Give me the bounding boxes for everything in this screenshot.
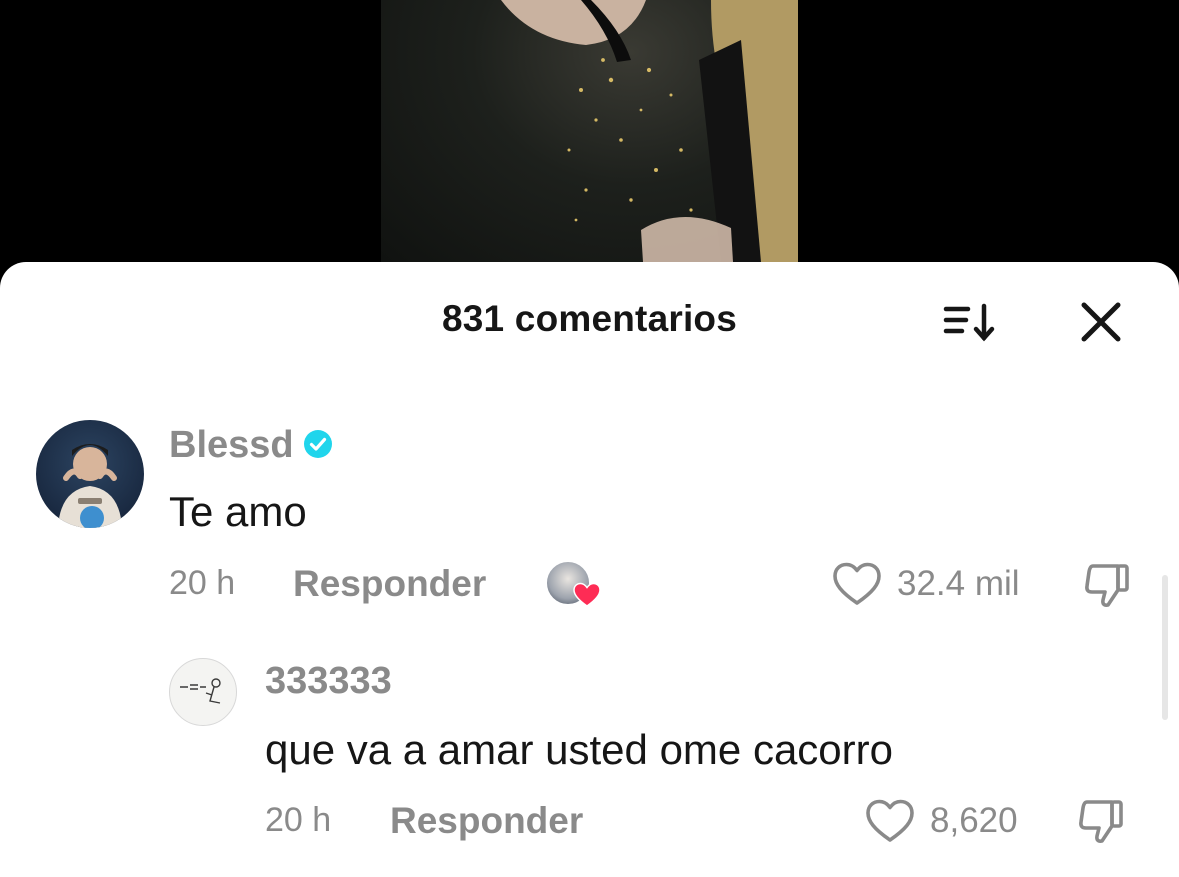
user-avatar-image (180, 678, 221, 704)
comment-timestamp: 20 h (265, 801, 332, 839)
close-button[interactable] (1074, 298, 1128, 346)
reply-button[interactable]: Responder (293, 563, 486, 605)
like-heart-icon[interactable] (864, 797, 916, 845)
comment-text: que va a amar usted ome cacorro (265, 726, 893, 773)
video-scene-image (501, 0, 798, 262)
video-background (0, 0, 1179, 300)
dislike-icon[interactable] (1074, 796, 1126, 848)
sort-button[interactable] (938, 298, 998, 346)
comment-timestamp: 20 h (169, 564, 236, 602)
avatar[interactable] (169, 658, 237, 726)
comment-username[interactable]: 333333 (265, 660, 392, 703)
creator-liked-indicator (545, 560, 603, 610)
heart-badge-icon (573, 582, 601, 607)
close-icon (1081, 302, 1121, 342)
comment-text: Te amo (169, 488, 307, 535)
user-avatar-image (58, 444, 122, 528)
reply-button[interactable]: Responder (390, 800, 583, 842)
video-thumbnail[interactable] (381, 0, 798, 262)
scrollbar[interactable] (1162, 575, 1168, 720)
verified-badge-icon (304, 430, 332, 458)
dislike-icon[interactable] (1080, 560, 1132, 612)
like-heart-icon[interactable] (831, 560, 883, 608)
comments-panel: 831 comentarios Blessd Te amo 20 h Respo… (0, 262, 1179, 877)
like-count: 8,620 (930, 801, 1018, 840)
comment-username[interactable]: Blessd (169, 424, 294, 467)
avatar[interactable] (36, 420, 144, 528)
sort-icon (943, 303, 995, 342)
like-count: 32.4 mil (897, 564, 1020, 603)
comments-count-title: 831 comentarios (441, 298, 738, 339)
